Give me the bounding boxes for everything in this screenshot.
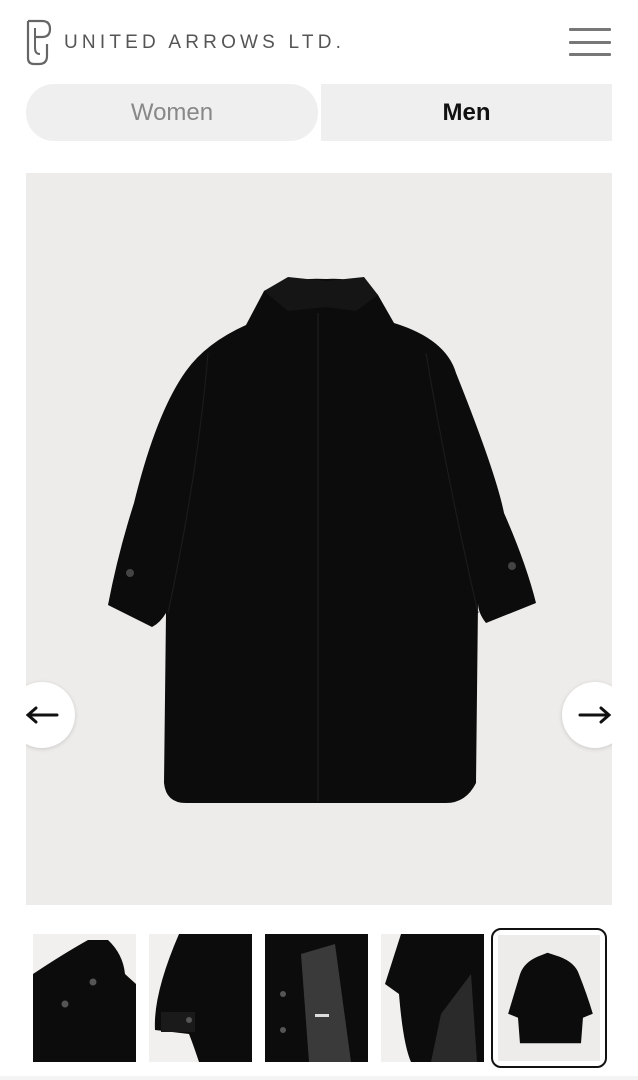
- thumbnail-1[interactable]: [33, 934, 136, 1062]
- gender-tabs: Women Men: [26, 84, 612, 141]
- page-bottom-divider: [0, 1076, 638, 1080]
- arrow-right-icon: [578, 706, 612, 724]
- arrow-left-icon: [26, 706, 59, 724]
- thumbnail-5-active[interactable]: [491, 928, 607, 1068]
- thumbnail-strip: [26, 928, 612, 1068]
- product-image-gallery[interactable]: [26, 173, 612, 905]
- site-header: UNITED ARROWS LTD.: [0, 0, 638, 84]
- thumbnail-2[interactable]: [149, 934, 252, 1062]
- brand-name[interactable]: UNITED ARROWS LTD.: [64, 32, 345, 54]
- thumbnail-3[interactable]: [265, 934, 368, 1062]
- product-image: [108, 277, 536, 803]
- tab-women[interactable]: Women: [26, 84, 318, 141]
- thumbnail-4[interactable]: [381, 934, 484, 1062]
- tab-men[interactable]: Men: [321, 84, 612, 141]
- hamburger-menu-icon[interactable]: [566, 26, 614, 58]
- ua-monogram-icon[interactable]: [25, 18, 53, 66]
